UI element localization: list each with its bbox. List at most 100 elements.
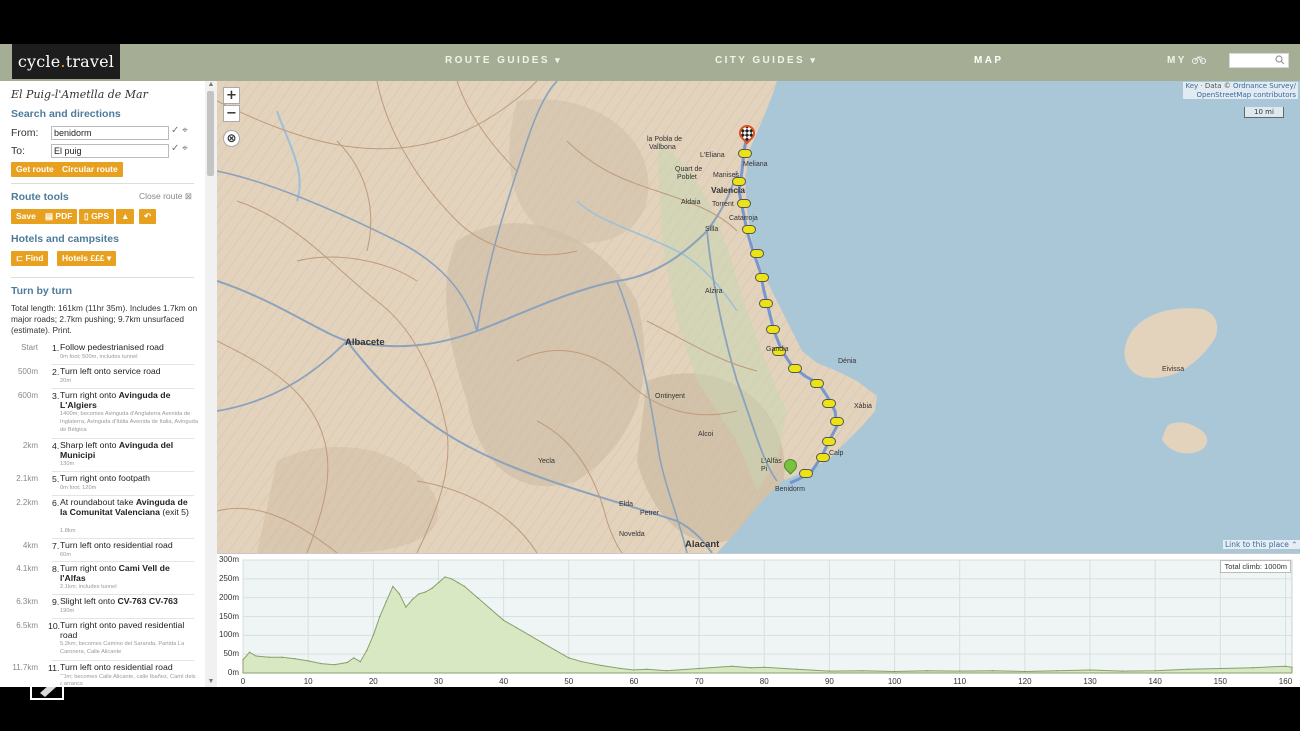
undo-button[interactable]: ↶	[139, 209, 157, 224]
elevation-point	[411, 598, 413, 601]
map-canvas[interactable]	[217, 81, 1300, 553]
zoom-in-button[interactable]: +	[223, 87, 240, 104]
sidebar-scrollbar[interactable]: ▲ ▼	[205, 81, 217, 687]
km-marker-icon[interactable]	[750, 249, 764, 258]
elevation-point	[379, 615, 381, 618]
check-icon[interactable]: ✓	[171, 125, 179, 136]
elevation-point	[1187, 668, 1189, 670]
turn-instruction: Follow pedestrianised road	[60, 342, 195, 353]
elevation-point	[1024, 670, 1026, 673]
km-marker-icon[interactable]	[737, 199, 751, 208]
edit-icon[interactable]	[30, 671, 68, 701]
nav-route-guides-label: ROUTE GUIDES	[445, 55, 550, 66]
close-route-link[interactable]: Close route ⊠	[139, 191, 192, 202]
map-place-label: Benidorm	[775, 486, 805, 493]
hotels-price-select[interactable]: Hotels £££ ▾	[57, 251, 117, 266]
printer-icon: ▤	[45, 211, 54, 221]
osm-link[interactable]: OpenStreetMap contributors	[1196, 91, 1296, 99]
km-marker-icon[interactable]	[766, 325, 780, 334]
km-marker-icon[interactable]	[816, 453, 830, 462]
km-marker-icon[interactable]	[810, 379, 824, 388]
elevation-profile[interactable]: 300m 250m 200m 150m 100m 50m 0m 0 10 20 30 40 50 60 70…	[217, 553, 1300, 687]
nav-map[interactable]: MAP	[974, 55, 1003, 66]
km-marker-icon[interactable]	[788, 364, 802, 373]
turn-detail: 80m; becomes Calle Alicante, calle Ibañe…	[60, 673, 196, 687]
turn-detail: 20m	[60, 377, 72, 384]
pdf-button[interactable]: ▤ PDF	[40, 209, 78, 224]
map-view[interactable]: Albacete Valencia Alacant la Pobla de Vallbo…	[217, 81, 1300, 553]
circular-route-button[interactable]: Circular route	[57, 162, 123, 177]
map-place-label: Aldaia	[681, 199, 701, 206]
turn-instruction: Turn right onto paved residential road	[60, 620, 195, 640]
scroll-down-icon[interactable]: ▼	[207, 678, 215, 686]
route-tools-heading: Route tools	[11, 191, 69, 203]
km-marker-icon[interactable]	[799, 469, 813, 478]
elevation-point	[959, 670, 961, 672]
turn-distance: 6.5km	[16, 621, 38, 630]
turn-distance: 600m	[17, 391, 38, 400]
search-icon[interactable]	[1275, 55, 1285, 65]
scrollbar-thumb[interactable]	[207, 91, 214, 176]
elevation-chart[interactable]	[217, 554, 1300, 688]
elevation-point	[600, 664, 602, 667]
turn-instruction-text: Turn right onto paved residential road	[60, 620, 185, 640]
close-route-label: Close route	[139, 191, 183, 201]
turn-instruction-text: At roundabout take	[60, 497, 136, 507]
check-icon[interactable]: ✓	[171, 143, 179, 154]
nav-map-label: MAP	[974, 55, 1004, 66]
x-tick-label: 80	[759, 677, 769, 686]
map-place-label: Elda	[619, 501, 634, 508]
km-marker-icon[interactable]	[755, 273, 769, 282]
turn-detail: 130m	[60, 461, 75, 468]
km-marker-icon[interactable]	[759, 299, 773, 308]
turn-instruction: Slight left onto CV-763 CV-763	[60, 596, 195, 607]
from-field[interactable]: benidorm	[51, 126, 169, 140]
zoom-out-button[interactable]: −	[223, 105, 240, 122]
turn-detail: 2.1km; includes tunnel	[60, 584, 117, 591]
x-tick-label: 10	[303, 677, 313, 686]
crosshair-icon[interactable]: ⌖	[182, 143, 188, 154]
elevation-point	[731, 665, 733, 667]
nav-my[interactable]: MY	[1167, 55, 1206, 66]
link-to-place[interactable]: Link to this place ⌃	[1223, 540, 1300, 549]
search-heading: Search and directions	[11, 108, 121, 120]
turn-distance: 4.1km	[16, 564, 38, 573]
elevation-button[interactable]: ▲	[116, 209, 135, 224]
get-route-button[interactable]: Get route	[11, 162, 59, 177]
elevation-point	[431, 587, 433, 589]
km-marker-icon[interactable]	[822, 437, 836, 446]
km-marker-icon[interactable]	[822, 399, 836, 408]
crosshair-icon[interactable]: ⌖	[182, 125, 188, 136]
map-place-label: Yecla	[538, 458, 555, 465]
to-field[interactable]: El puig	[51, 144, 169, 158]
save-button[interactable]: Save	[11, 209, 41, 224]
divider	[52, 660, 194, 661]
elevation-point	[320, 663, 322, 665]
map-place-label: Novelda	[619, 531, 645, 538]
map-place-label: Meliana	[743, 161, 768, 168]
map-place-label: Poblet	[677, 174, 697, 181]
km-marker-icon[interactable]	[830, 417, 844, 426]
locate-icon[interactable]: ⊗	[223, 130, 240, 147]
turn-distance: 2km	[22, 441, 38, 450]
site-search-input[interactable]	[1229, 53, 1289, 68]
turn-by-turn-heading: Turn by turn	[11, 285, 73, 297]
gps-button[interactable]: ▯ GPS	[79, 209, 115, 224]
nav-my-label: MY	[1167, 55, 1187, 66]
nav-city-guides[interactable]: CITY GUIDES ▾	[715, 55, 817, 66]
map-attribution: Key · Data © Ordnance Survey/OpenStreetM…	[1183, 82, 1298, 99]
divider	[11, 277, 194, 278]
find-hotels-button[interactable]: ⊏ Find	[11, 251, 49, 266]
elevation-point	[444, 576, 446, 578]
turn-instruction-text: Turn right onto	[60, 390, 119, 400]
nav-city-guides-label: CITY GUIDES	[715, 55, 806, 66]
scroll-up-icon[interactable]: ▲	[207, 81, 215, 89]
turn-instruction: Turn left onto service road	[60, 366, 195, 377]
ordnance-survey-link[interactable]: Ordnance Survey/	[1233, 82, 1296, 90]
divider	[52, 388, 194, 389]
site-logo[interactable]: cycle.travel	[12, 44, 120, 79]
km-marker-icon[interactable]	[738, 149, 752, 158]
km-marker-icon[interactable]	[742, 225, 756, 234]
key-link[interactable]: Key	[1185, 82, 1198, 90]
nav-route-guides[interactable]: ROUTE GUIDES ▾	[445, 55, 562, 66]
